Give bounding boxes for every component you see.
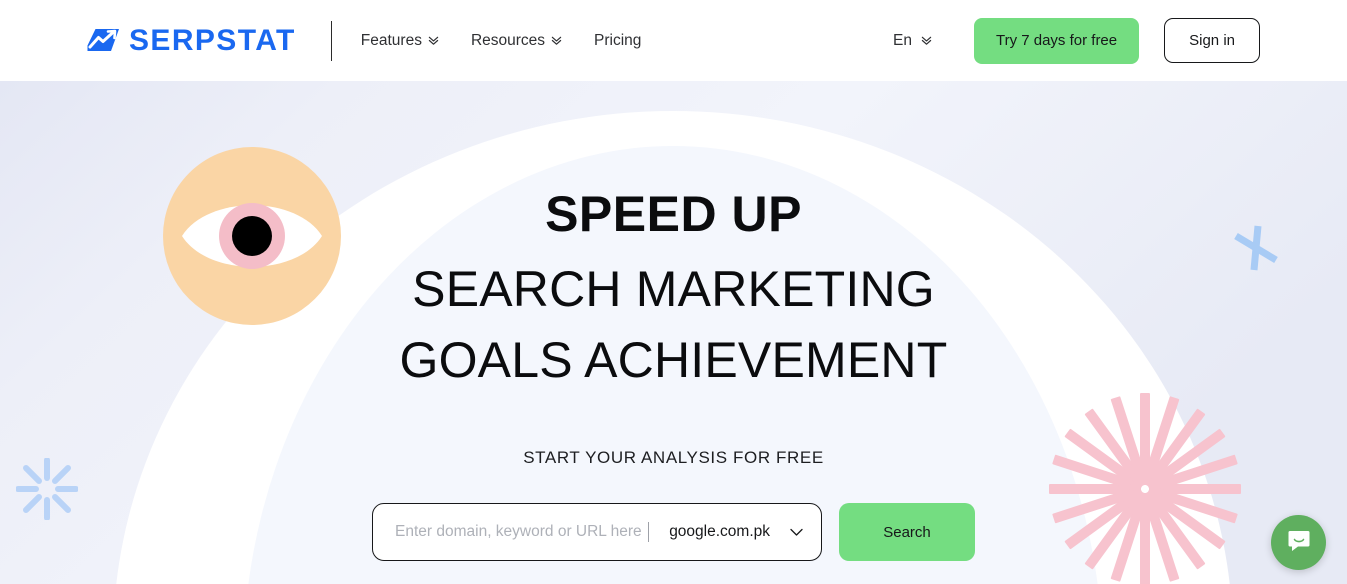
language-selector[interactable]: En bbox=[893, 32, 932, 50]
blue-cross-sparkle bbox=[1234, 225, 1278, 271]
search-engine-label: google.com.pk bbox=[669, 523, 770, 540]
try-free-button[interactable]: Try 7 days for free bbox=[973, 17, 1140, 64]
header-actions: En Try 7 days for free Sign in bbox=[893, 17, 1260, 64]
eye-illustration bbox=[163, 147, 341, 325]
nav-item-resources[interactable]: Resources bbox=[471, 32, 562, 50]
main-navigation: Features Resources Pricing bbox=[361, 32, 642, 50]
search-button[interactable]: Search bbox=[839, 503, 975, 561]
search-row: google.com.pk Search bbox=[372, 503, 975, 561]
pink-starburst bbox=[1049, 393, 1241, 584]
nav-item-label: Features bbox=[360, 31, 422, 49]
search-engine-selector[interactable]: google.com.pk bbox=[649, 523, 821, 541]
site-header: SERPSTAT Features Resources Pricing En T… bbox=[0, 0, 1347, 81]
chat-bubble-smile-icon bbox=[1286, 528, 1312, 557]
blue-sparkle bbox=[16, 458, 78, 520]
sign-in-button[interactable]: Sign in bbox=[1164, 18, 1260, 63]
chevron-down-icon bbox=[790, 528, 803, 537]
search-box[interactable]: google.com.pk bbox=[372, 503, 822, 561]
nav-item-label: Resources bbox=[470, 31, 546, 49]
chat-widget-button[interactable] bbox=[1271, 515, 1326, 570]
search-input[interactable] bbox=[373, 504, 649, 560]
hero-subheadline: START YOUR ANALYSIS FOR FREE bbox=[523, 448, 824, 467]
nav-item-label: Pricing bbox=[594, 31, 642, 49]
page-title-line3: GOALS ACHIEVEMENT bbox=[399, 332, 948, 388]
chevron-double-down-icon bbox=[921, 35, 932, 46]
chevron-double-down-icon bbox=[551, 35, 562, 46]
page-title-line1: SPEED UP bbox=[545, 186, 802, 242]
chevron-double-down-icon bbox=[428, 35, 439, 46]
hero-section: SPEED UP SEARCH MARKETING GOALS ACHIEVEM… bbox=[0, 81, 1347, 584]
language-label: En bbox=[893, 31, 912, 49]
nav-item-features[interactable]: Features bbox=[361, 32, 439, 50]
logo-text: SERPSTAT bbox=[129, 23, 296, 57]
header-divider bbox=[330, 20, 332, 61]
nav-item-pricing[interactable]: Pricing bbox=[594, 32, 641, 50]
page-title-line2: SEARCH MARKETING bbox=[412, 261, 935, 317]
serpstat-logo[interactable]: SERPSTAT bbox=[86, 21, 296, 61]
growth-chart-icon bbox=[86, 26, 120, 56]
